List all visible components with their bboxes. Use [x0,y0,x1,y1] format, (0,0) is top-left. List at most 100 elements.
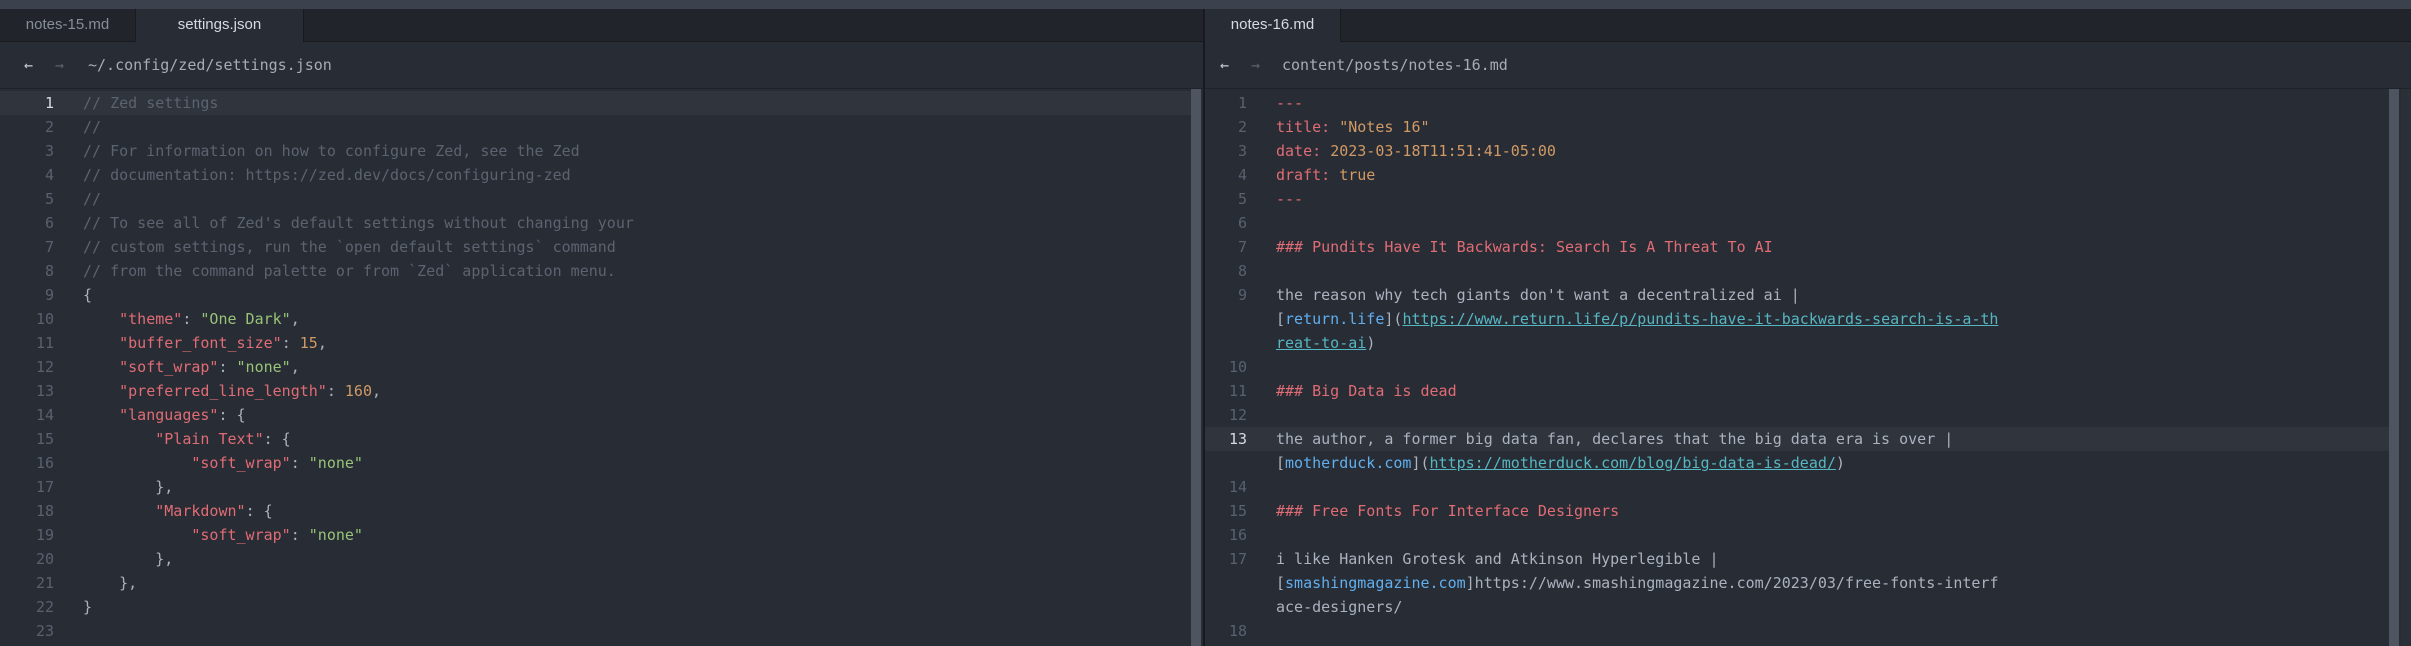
code-line[interactable]: "languages": { [83,403,246,427]
code-line[interactable]: ### Pundits Have It Backwards: Search Is… [1276,235,1773,259]
code-line[interactable]: // custom settings, run the `open defaul… [83,235,616,259]
code-line[interactable]: }, [83,547,173,571]
code-line[interactable]: ### Big Data is dead [1276,379,1457,403]
code-line[interactable]: ace-designers/ [1276,595,1402,619]
code-line[interactable]: "soft_wrap": "none" [83,523,363,547]
code-line[interactable]: i like Hanken Grotesk and Atkinson Hyper… [1276,547,1719,571]
tab-notes-15[interactable]: notes-15.md [0,9,136,41]
line-number: 21 [35,574,54,592]
line-number: 13 [1228,430,1247,448]
arrow-right-icon[interactable]: → [1251,42,1260,88]
code-line[interactable]: } [83,595,92,619]
code-line[interactable]: the author, a former big data fan, decla… [1276,427,1953,451]
code-line[interactable]: title: "Notes 16" [1276,115,1430,139]
code-line[interactable]: // from the command palette or from `Zed… [83,259,616,283]
code-line[interactable]: // To see all of Zed's default settings … [83,211,634,235]
line-number: 17 [35,478,54,496]
code-token: --- [1276,190,1304,208]
code-token: , [290,310,300,328]
code-token: reat-to-ai [1276,334,1367,352]
code-token: // [83,118,102,136]
code-line[interactable]: "soft_wrap": "none", [83,355,300,379]
code-line[interactable]: [motherduck.com](https://motherduck.com/… [1276,451,1845,475]
code-token: "One Dark" [200,310,291,328]
code-line[interactable]: }, [83,475,173,499]
code-line[interactable]: "buffer_font_size": 15, [83,331,327,355]
tab-settings-json[interactable]: settings.json [136,9,304,42]
code-token: draft: [1276,166,1340,184]
code-line[interactable]: [return.life](https://www.return.life/p/… [1276,307,1998,331]
tab-notes-16[interactable]: notes-16.md [1205,9,1341,42]
code-token: // Zed settings [83,94,219,112]
line-number: 19 [35,526,54,544]
code-token: : { [218,406,246,424]
code-token: ### Big Data is dead [1276,382,1457,400]
code-token: }, [83,574,138,592]
code-line[interactable]: draft: true [1276,163,1375,187]
line-number: 18 [35,502,54,520]
code-line[interactable]: [smashingmagazine.com]https://www.smashi… [1276,571,1998,595]
right-edge-strip [2401,89,2411,646]
code-line[interactable]: --- [1276,187,1303,211]
right-tab-bar: notes-16.md [1205,9,2411,42]
line-number: 16 [1228,526,1247,544]
line-number: 14 [35,406,54,424]
zed-editor-window: notes-15.md settings.json ← → ~/.config/… [0,0,2411,646]
line-number: 1 [1237,94,1247,112]
left-scrollbar-thumb[interactable] [1191,89,1201,646]
line-number: 13 [35,382,54,400]
line-number [1205,331,1247,355]
code-line[interactable]: // For information on how to configure Z… [83,139,580,163]
code-line[interactable]: // [83,115,101,139]
code-token: : [326,382,345,400]
code-line[interactable]: "theme": "One Dark", [83,307,300,331]
arrow-left-icon[interactable]: ← [1220,42,1229,88]
code-line[interactable]: reat-to-ai) [1276,331,1375,355]
line-number: 3 [44,142,54,160]
right-scrollbar[interactable] [2389,89,2399,646]
code-token: 2023-03-18T11:51:41-05:00 [1330,142,1556,160]
line-number: 7 [1237,238,1247,256]
code-line[interactable]: // [83,187,101,211]
line-number: 9 [44,286,54,304]
arrow-left-icon[interactable]: ← [24,42,33,88]
code-token: smashingmagazine.com [1285,574,1466,592]
code-token: 160 [344,382,372,400]
code-line[interactable]: "soft_wrap": "none" [83,451,363,475]
code-line[interactable]: "Plain Text": { [83,427,290,451]
code-editor[interactable]: 1 // Zed settings 2 // 3 // For information o… [0,89,1203,646]
breadcrumb[interactable]: ~/.config/zed/settings.json [88,42,332,88]
left-scrollbar[interactable] [1191,89,1201,646]
code-line[interactable]: // documentation: https://zed.dev/docs/c… [83,163,571,187]
breadcrumb[interactable]: content/posts/notes-16.md [1282,42,1508,88]
code-token: "theme" [119,310,183,328]
code-token: "soft_wrap" [191,526,291,544]
code-line[interactable]: "preferred_line_length": 160, [83,379,381,403]
code-line[interactable]: ### Free Fonts For Interface Designers [1276,499,1619,523]
code-line[interactable]: date: 2023-03-18T11:51:41-05:00 [1276,139,1556,163]
code-token: ace-designers/ [1276,598,1403,616]
line-number: 16 [35,454,54,472]
code-line[interactable]: --- [1276,91,1303,115]
arrow-right-icon[interactable]: → [55,42,64,88]
code-line[interactable]: the reason why tech giants don't want a … [1276,283,1800,307]
code-token: [ [1276,454,1286,472]
markdown-editor[interactable]: 1 --- 2 title: "Notes 16" 3 date: 2023-03-18T… [1205,89,2411,646]
code-token: ) [1835,454,1845,472]
code-line[interactable]: "Markdown": { [83,499,272,523]
left-toolbar: ← → ~/.config/zed/settings.json [0,42,1203,89]
code-line[interactable]: { [83,283,92,307]
code-line[interactable]: // Zed settings [83,91,218,115]
right-scrollbar-thumb[interactable] [2389,89,2399,646]
line-number: 12 [1228,406,1247,424]
line-number: 10 [35,310,54,328]
code-line[interactable]: }, [83,571,137,595]
line-number: 23 [35,622,54,640]
code-token: i like Hanken Grotesk and Atkinson Hyper… [1276,550,1719,568]
